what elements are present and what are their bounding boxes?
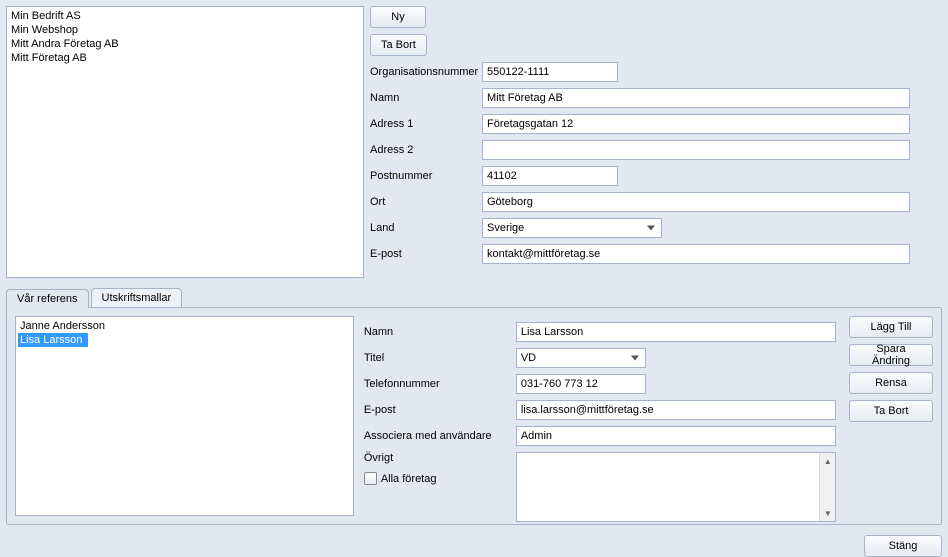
email-label: E-post [370, 248, 482, 260]
tab-our-reference[interactable]: Vår referens [6, 289, 89, 308]
all-companies-checkbox[interactable] [364, 472, 377, 485]
postal-label: Postnummer [370, 170, 482, 182]
ref-name-label: Namn [364, 326, 516, 338]
ref-other-label: Övrigt [364, 452, 516, 464]
ref-assoc-label: Associera med användare [364, 430, 516, 442]
scroll-down-icon[interactable]: ▼ [820, 505, 836, 521]
save-reference-button[interactable]: Spara Ändring [849, 344, 933, 366]
country-label: Land [370, 222, 482, 234]
ref-email-label: E-post [364, 404, 516, 416]
ref-email-input[interactable] [516, 400, 836, 420]
postal-input[interactable] [482, 166, 618, 186]
new-button[interactable]: Ny [370, 6, 426, 28]
reference-list[interactable]: Janne Andersson Lisa Larsson [15, 316, 354, 516]
scroll-up-icon[interactable]: ▲ [820, 453, 836, 469]
reference-list-item[interactable]: Lisa Larsson [18, 333, 88, 347]
delete-reference-button[interactable]: Ta Bort [849, 400, 933, 422]
tab-panel-reference: Janne Andersson Lisa Larsson Namn Titel … [6, 307, 942, 525]
country-select[interactable]: Sverige [482, 218, 662, 238]
ref-assoc-input[interactable] [516, 426, 836, 446]
city-input[interactable] [482, 192, 910, 212]
clear-reference-button[interactable]: Rensa [849, 372, 933, 394]
company-list-item[interactable]: Mitt Företag AB [9, 51, 361, 65]
company-list-item[interactable]: Min Webshop [9, 23, 361, 37]
address1-label: Adress 1 [370, 118, 482, 130]
address2-label: Adress 2 [370, 144, 482, 156]
ref-title-select[interactable]: VD [516, 348, 646, 368]
name-label: Namn [370, 92, 482, 104]
ref-name-input[interactable] [516, 322, 836, 342]
ref-title-label: Titel [364, 352, 516, 364]
name-input[interactable] [482, 88, 910, 108]
ref-phone-input[interactable] [516, 374, 646, 394]
close-button[interactable]: Stäng [864, 535, 942, 557]
email-input[interactable] [482, 244, 910, 264]
ref-phone-label: Telefonnummer [364, 378, 516, 390]
address2-input[interactable] [482, 140, 910, 160]
reference-list-item[interactable]: Janne Andersson [18, 319, 351, 333]
company-list[interactable]: Min Bedrift AS Min Webshop Mitt Andra Fö… [6, 6, 364, 278]
org-number-input[interactable] [482, 62, 618, 82]
company-list-item[interactable]: Min Bedrift AS [9, 9, 361, 23]
tab-print-templates[interactable]: Utskriftsmallar [91, 288, 183, 307]
city-label: Ort [370, 196, 482, 208]
all-companies-label: Alla företag [381, 473, 437, 485]
address1-input[interactable] [482, 114, 910, 134]
ref-other-textarea[interactable]: ▲ ▼ [516, 452, 836, 522]
company-list-item[interactable]: Mitt Andra Företag AB [9, 37, 361, 51]
org-number-label: Organisationsnummer [370, 66, 482, 78]
add-reference-button[interactable]: Lägg Till [849, 316, 933, 338]
textarea-scrollbar[interactable]: ▲ ▼ [819, 453, 835, 521]
delete-button[interactable]: Ta Bort [370, 34, 427, 56]
